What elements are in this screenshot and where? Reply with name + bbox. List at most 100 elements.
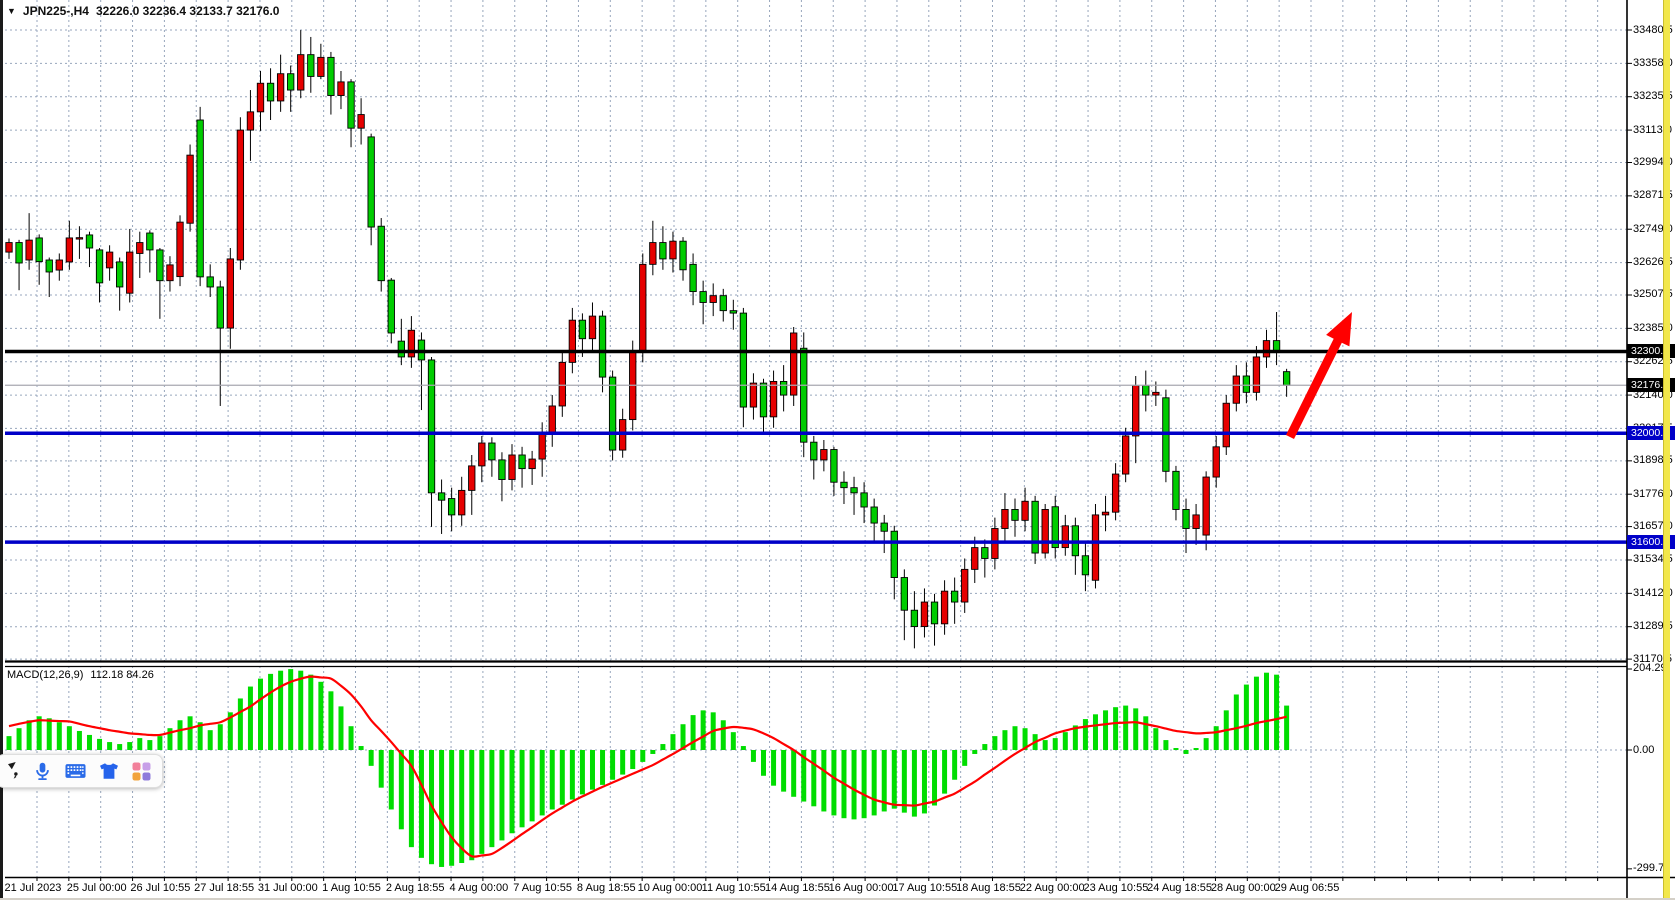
candle: [459, 490, 465, 515]
candle: [257, 83, 263, 112]
panel-borders: [5, 0, 1675, 898]
candle: [1173, 471, 1179, 509]
candle: [1092, 515, 1098, 580]
candle: [298, 55, 304, 90]
candle: [750, 383, 756, 407]
candle: [187, 155, 193, 223]
candle: [1062, 526, 1068, 548]
macd-layer: [7, 669, 1290, 867]
color-grid-icon[interactable]: [132, 762, 151, 781]
candle: [177, 222, 183, 276]
candle: [871, 507, 877, 523]
candle: [86, 235, 92, 248]
candle: [640, 264, 646, 351]
candle: [287, 74, 293, 90]
candle: [368, 137, 374, 227]
macd-name: MACD(12,26,9): [7, 669, 83, 681]
candle: [36, 238, 42, 262]
candle: [549, 406, 555, 433]
candle: [569, 320, 575, 362]
candle: [127, 252, 133, 293]
candle: [1233, 376, 1239, 403]
candle: [479, 443, 485, 466]
floating-toolbar: [0, 754, 163, 788]
candle: [1032, 501, 1038, 553]
candle: [1112, 474, 1118, 512]
candle: [1193, 515, 1199, 529]
candle: [1223, 403, 1229, 447]
candle: [1143, 386, 1149, 396]
candle: [931, 602, 937, 624]
candle: [26, 240, 32, 260]
candle: [710, 296, 716, 303]
candle: [448, 499, 454, 515]
candle: [207, 277, 213, 287]
candle: [1122, 436, 1128, 474]
candle: [599, 316, 605, 377]
candle: [66, 238, 72, 262]
candle: [328, 57, 334, 95]
candle: [690, 264, 696, 291]
candle: [147, 233, 153, 250]
symbol-label: JPN225-,H4: [23, 4, 89, 18]
candle: [358, 115, 364, 129]
candle: [106, 252, 112, 268]
candle: [901, 578, 907, 611]
candle: [539, 433, 545, 459]
candle: [720, 296, 726, 311]
candle: [1022, 501, 1028, 520]
tshirt-icon[interactable]: [99, 762, 119, 780]
candle: [76, 238, 82, 239]
candle: [740, 313, 746, 407]
yellow-scroll-strip[interactable]: [1663, 0, 1670, 898]
candle: [881, 523, 887, 531]
chart-canvas[interactable]: [0, 0, 1675, 900]
candle: [579, 320, 585, 339]
candle: [1263, 341, 1269, 357]
candle: [1102, 512, 1108, 515]
candle: [1283, 372, 1289, 386]
pen-partial-icon[interactable]: [8, 761, 20, 781]
candle: [227, 259, 233, 328]
candle: [318, 57, 324, 76]
candle: [861, 493, 867, 507]
candle: [398, 341, 404, 357]
candle: [116, 262, 122, 287]
candle: [609, 377, 615, 450]
candle: [730, 311, 736, 313]
candle: [308, 55, 314, 77]
candle: [489, 443, 495, 460]
candle: [16, 243, 22, 263]
candle: [841, 482, 847, 487]
candle: [1243, 376, 1249, 392]
symbol-dropdown-icon[interactable]: ▼: [7, 6, 16, 16]
candle: [1133, 386, 1139, 436]
candle: [760, 383, 766, 417]
candle: [6, 243, 12, 253]
candle: [1082, 556, 1088, 575]
candle: [831, 450, 837, 483]
candle: [519, 455, 525, 469]
candle: [700, 292, 706, 303]
candle: [1153, 392, 1159, 395]
microphone-icon[interactable]: [33, 762, 52, 781]
candle: [499, 460, 505, 480]
candle: [851, 488, 857, 493]
candle: [670, 241, 676, 259]
trend-arrow-annotation[interactable]: [1286, 312, 1352, 439]
candle: [217, 287, 223, 328]
candle: [46, 260, 52, 272]
candle: [388, 280, 394, 333]
candle: [529, 459, 535, 469]
candle: [167, 265, 173, 281]
candle: [811, 442, 817, 460]
keyboard-icon[interactable]: [65, 763, 86, 779]
macd-signal-line: [9, 677, 1287, 857]
candle: [801, 348, 807, 442]
candle: [891, 531, 897, 577]
ohlc-values: 32226.0 32236.4 32133.7 32176.0: [96, 4, 280, 18]
candle: [277, 74, 283, 101]
candle: [157, 250, 163, 281]
candle: [821, 450, 827, 460]
candle: [348, 82, 354, 128]
